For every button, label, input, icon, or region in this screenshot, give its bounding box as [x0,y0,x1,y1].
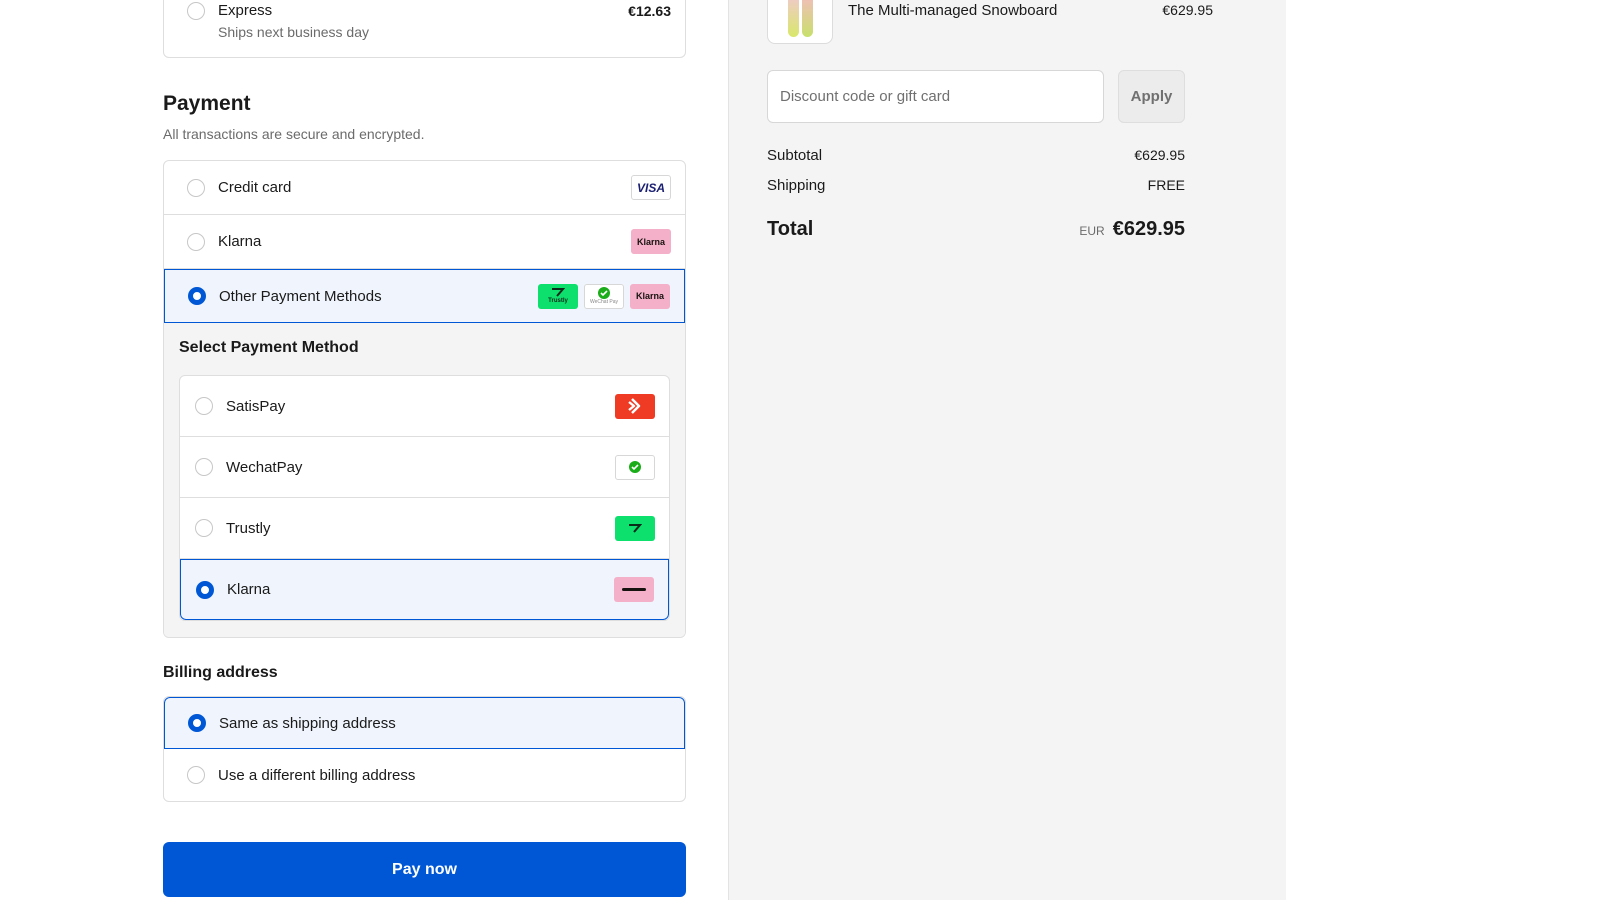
billing-radio-same[interactable] [188,714,206,732]
shipping-value: FREE [1147,177,1185,193]
sub-method-label: SatisPay [226,397,286,415]
total-value: €629.95 [1112,218,1185,240]
billing-title: Billing address [163,664,278,681]
klarna-icon: Klarna [631,229,671,254]
apply-button[interactable]: Apply [1118,70,1185,123]
klarna-icon [614,577,654,602]
payment-method-credit-card[interactable]: Credit card VISA [164,161,685,215]
shipping-label: Shipping [767,177,826,194]
billing-options: Same as shipping address Use a different… [163,696,686,802]
trustly-icon [615,515,655,541]
shipping-option-name: Express [218,2,273,19]
sub-method-trustly[interactable]: Trustly [180,498,669,559]
wechat-pay-icon: WeChat Pay [584,283,624,309]
wechat-pay-icon [615,454,655,480]
sub-method-klarna[interactable]: Klarna [180,559,669,620]
other-payment-panel: Select Payment Method SatisPay WechatPay [164,323,685,637]
payment-method-label: Klarna [218,233,262,250]
sub-method-radio[interactable] [195,397,213,415]
billing-option-label: Use a different billing address [218,766,416,784]
subtotal-row: Subtotal €629.95 [767,147,1185,164]
shipping-option-express[interactable]: Express Ships next business day €12.63 [163,0,686,58]
product-price: €629.95 [1162,2,1213,18]
billing-different-address[interactable]: Use a different billing address [164,749,685,801]
shipping-row: Shipping FREE [767,177,1185,194]
payment-method-label: Credit card [218,179,292,196]
sub-method-radio[interactable] [195,458,213,476]
order-summary: The Multi-managed Snowboard €629.95 Appl… [728,0,1286,900]
billing-same-address[interactable]: Same as shipping address [164,697,685,749]
payment-radio-other[interactable] [188,287,206,305]
select-payment-list: SatisPay WechatPay Trustly Klarna [179,375,670,621]
payment-radio-klarna[interactable] [187,232,205,251]
payment-title: Payment [163,92,251,115]
total-label: Total [767,218,814,240]
pay-now-button[interactable]: Pay now [163,842,686,897]
payment-method-other[interactable]: Other Payment Methods Trustly WeChat Pay… [164,269,685,323]
sub-method-label: Klarna [227,581,271,598]
billing-radio-different[interactable] [187,766,205,784]
payment-radio-credit-card[interactable] [187,178,205,197]
sub-method-satispay[interactable]: SatisPay [180,376,669,437]
subtotal-label: Subtotal [767,147,823,164]
payment-badges: Trustly WeChat Pay Klarna [538,283,670,309]
wechat-pay-text: WeChat Pay [590,299,618,305]
sub-method-label: WechatPay [226,458,303,476]
billing-option-label: Same as shipping address [219,714,396,732]
payment-subtitle: All transactions are secure and encrypte… [163,126,425,142]
sub-method-radio[interactable] [195,519,213,537]
satispay-icon [615,393,655,419]
payment-method-label: Other Payment Methods [219,287,382,305]
checkout-main: Express Ships next business day €12.63 P… [0,0,728,900]
currency-code: EUR [1079,224,1105,238]
sub-method-radio[interactable] [196,580,214,599]
snowboard-image [788,0,799,37]
select-payment-title: Select Payment Method [179,339,359,356]
trustly-icon: Trustly [538,283,578,309]
trustly-text: Trustly [548,297,568,304]
klarna-icon: Klarna [630,283,670,309]
visa-icon: VISA [631,175,671,200]
snowboard-image [802,0,813,37]
product-name: The Multi-managed Snowboard [848,2,1058,19]
payment-methods: Credit card VISA Klarna Klarna Other Pay… [163,160,686,638]
payment-method-klarna[interactable]: Klarna Klarna [164,215,685,269]
shipping-option-sub: Ships next business day [218,24,369,40]
total-row: Total EUR €629.95 [767,218,1185,241]
sub-method-label: Trustly [226,519,271,537]
shipping-radio[interactable] [187,2,205,20]
discount-input[interactable] [767,70,1104,123]
subtotal-value: €629.95 [1134,147,1185,163]
shipping-option-price: €12.63 [628,3,671,19]
sub-method-wechatpay[interactable]: WechatPay [180,437,669,498]
product-thumbnail [767,0,833,44]
